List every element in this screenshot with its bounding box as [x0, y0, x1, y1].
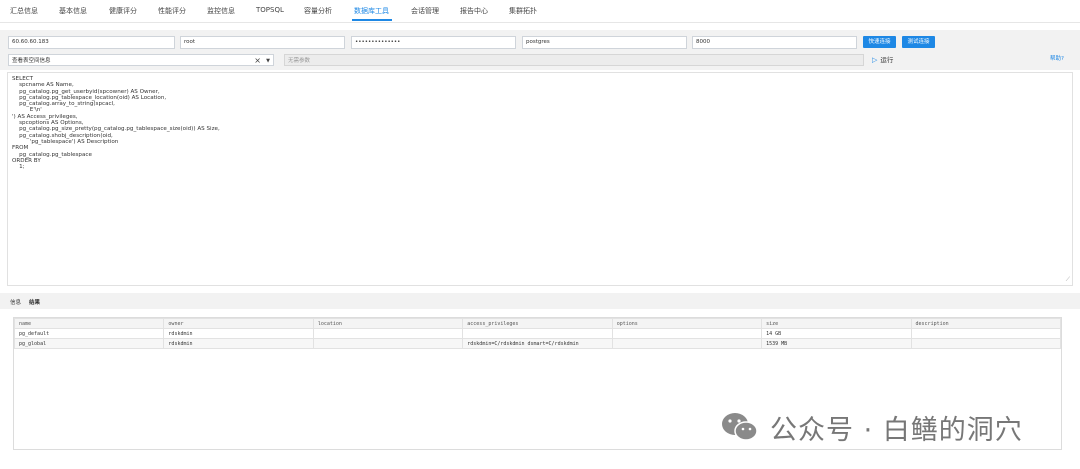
table-cell: rdskdmin=C/rdskdmin dsmart=C/rdskdmin — [462, 338, 613, 349]
run-label: 运行 — [880, 56, 894, 64]
tab-7[interactable]: 数据库工具 — [354, 6, 389, 16]
column-header[interactable]: access_privileges — [462, 318, 613, 329]
quick-connect-button[interactable]: 快速连接 — [863, 36, 896, 48]
table-cell — [462, 328, 613, 339]
top-nav: 汇总信息 基本信息 健康评分 性能评分 监控信息 TOPSQL 容量分析 数据库工具 会话管理 报… — [0, 0, 1080, 23]
tab-9[interactable]: 报告中心 — [460, 6, 488, 16]
tab-4[interactable]: 监控信息 — [207, 6, 235, 16]
tab-info[interactable]: 信息 — [10, 298, 21, 306]
column-header[interactable]: description — [910, 318, 1062, 329]
wechat-icon — [722, 413, 758, 441]
table-row[interactable]: pg_default rdskdmin 14 GB — [13, 328, 1062, 339]
table-cell: rdskdmin — [163, 338, 314, 349]
database-input[interactable]: postgres — [522, 36, 687, 49]
table-cell: pg_global — [13, 338, 165, 349]
column-header[interactable]: location — [312, 318, 464, 329]
tab-10[interactable]: 集群拓扑 — [509, 6, 537, 16]
params-input[interactable]: 无需参数 — [284, 54, 864, 66]
tab-8[interactable]: 会话管理 — [411, 6, 439, 16]
help-link[interactable]: 帮助? — [1050, 54, 1064, 62]
table-cell: 14 GB — [761, 328, 912, 339]
port-input[interactable]: 8000 — [692, 36, 857, 49]
tab-5[interactable]: TOPSQL — [256, 6, 284, 14]
query-select[interactable]: 查看表空间信息 × ▼ — [8, 54, 274, 66]
tab-1[interactable]: 基本信息 — [59, 6, 87, 16]
password-input[interactable]: •••••••••••••• — [351, 36, 516, 49]
table-cell — [312, 328, 464, 339]
tab-6[interactable]: 容量分析 — [304, 6, 332, 16]
table-cell: 1539 MB — [761, 338, 912, 349]
caret-down-icon[interactable]: ▼ — [266, 55, 270, 67]
play-icon: ▷ — [872, 56, 878, 64]
sql-text[interactable]: SELECT spcname AS Name, pg_catalog.pg_ge… — [8, 73, 1072, 173]
tab-result[interactable]: 结果 — [29, 298, 40, 306]
test-connect-button[interactable]: 测试连接 — [902, 36, 935, 48]
resize-handle-icon[interactable]: ⟋ — [1066, 276, 1070, 284]
close-icon[interactable]: × — [254, 55, 261, 67]
watermark: 公众号 · 白鳝的洞穴 — [720, 410, 1023, 446]
table-cell — [910, 328, 1062, 339]
table-cell: rdskdmin — [163, 328, 314, 339]
active-tab-indicator — [352, 19, 392, 21]
column-header[interactable]: options — [611, 318, 763, 329]
host-input[interactable]: 60.60.60.183 — [8, 36, 175, 49]
column-header[interactable]: size — [761, 318, 912, 329]
result-table: name owner location access_privileges op… — [13, 318, 1062, 349]
table-cell — [611, 328, 763, 339]
table-header-row: name owner location access_privileges op… — [13, 318, 1062, 329]
query-select-value: 查看表空间信息 — [12, 58, 51, 64]
table-cell — [312, 338, 464, 349]
tab-0[interactable]: 汇总信息 — [10, 6, 38, 16]
table-cell — [910, 338, 1062, 349]
table-cell: pg_default — [13, 328, 165, 339]
column-header[interactable]: owner — [163, 318, 314, 329]
tab-2[interactable]: 健康评分 — [109, 6, 137, 16]
sql-editor[interactable]: SELECT spcname AS Name, pg_catalog.pg_ge… — [7, 72, 1073, 286]
column-header[interactable]: name — [13, 318, 165, 329]
user-input[interactable]: root — [180, 36, 345, 49]
result-tabbar: 信息 结果 — [0, 293, 1080, 309]
table-cell — [611, 338, 763, 349]
run-button[interactable]: ▷ 运行 — [872, 54, 893, 66]
tab-3[interactable]: 性能评分 — [158, 6, 186, 16]
watermark-text: 公众号 · 白鳝的洞穴 — [770, 414, 1023, 446]
table-row[interactable]: pg_global rdskdmin rdskdmin=C/rdskdmin d… — [13, 338, 1062, 349]
